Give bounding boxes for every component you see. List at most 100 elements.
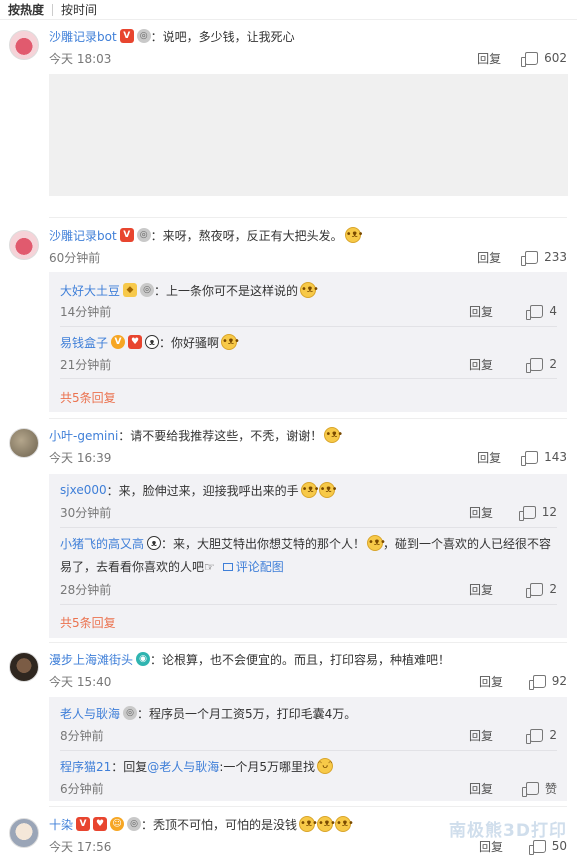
reply-text-continued: ，碰到一个喜欢的人已经很不容 — [383, 536, 552, 551]
like-button[interactable]: 143 — [521, 450, 567, 466]
sort-bar: 按热度 按时间 — [0, 0, 577, 20]
thumb-up-icon — [521, 450, 539, 466]
thumb-up-icon — [521, 250, 539, 266]
more-replies-link[interactable]: 共5条回复 — [60, 614, 116, 631]
like-button[interactable]: 50 — [527, 839, 567, 855]
like-count: 12 — [541, 505, 557, 519]
like-count: 233 — [544, 250, 567, 264]
avatar[interactable] — [9, 652, 39, 682]
divider — [60, 326, 557, 327]
reply-button[interactable]: 回复 — [479, 673, 503, 690]
member-badge-icon: V — [76, 817, 91, 831]
comment-time: 今天 15:40 — [49, 674, 112, 689]
like-count: 4 — [549, 304, 557, 318]
username[interactable]: 大好大土豆 — [60, 282, 120, 299]
avatar[interactable] — [9, 818, 39, 848]
more-replies-link[interactable]: 共5条回复 — [60, 389, 116, 406]
comment-meta: 今天 16:39 回复 143 — [49, 449, 567, 466]
mention-link[interactable]: @老人与耿海 — [147, 758, 219, 775]
like-button[interactable]: 602 — [521, 51, 567, 67]
member-badge-icon: V — [111, 335, 126, 349]
reply-button[interactable]: 回复 — [469, 356, 493, 373]
reply-button[interactable]: 回复 — [469, 303, 493, 320]
like-button[interactable]: 2 — [517, 357, 557, 373]
comment-meta: 今天 15:40 回复 92 — [49, 673, 567, 690]
reply-button[interactable]: 回复 — [469, 780, 493, 797]
like-count: 92 — [551, 674, 567, 688]
sort-by-time[interactable]: 按时间 — [53, 1, 105, 18]
like-count: 143 — [544, 450, 567, 464]
username[interactable]: 小叶-gemini — [49, 427, 118, 444]
divider — [60, 527, 557, 528]
comment-line: 沙雕记录bot V ◎ ：来呀，熬夜呀，反正有大把头发。 •ᴥ• — [49, 227, 567, 243]
thumb-up-icon — [526, 582, 544, 598]
doge-emoji-icon: •ᴥ• — [367, 535, 386, 551]
divider — [49, 806, 567, 807]
like-button[interactable]: 2 — [517, 582, 557, 598]
medal-icon: ◎ — [136, 29, 151, 43]
duck-badge-icon: ◆ — [123, 283, 138, 297]
thumb-up-icon — [526, 357, 544, 373]
comment-image[interactable] — [49, 74, 568, 196]
reply-time: 8分钟前 — [60, 728, 104, 743]
like-button[interactable]: 4 — [517, 304, 557, 320]
like-count: 50 — [551, 839, 567, 853]
reply-meta: 30分钟前 回复 12 — [60, 504, 557, 521]
like-button[interactable]: 92 — [527, 674, 567, 690]
reply-meta: 14分钟前 回复 4 — [60, 303, 557, 320]
medal-icon: ◎ — [136, 228, 151, 242]
username[interactable]: 沙雕记录bot — [49, 227, 117, 244]
reply-button[interactable]: 回复 — [477, 50, 501, 67]
username[interactable]: 小猪飞的高又高 — [60, 535, 144, 552]
member-badge-icon: V — [119, 228, 134, 242]
reply-time: 21分钟前 — [60, 357, 112, 372]
avatar[interactable] — [9, 30, 39, 60]
comment-text: ：说吧，多少钱，让我死心 — [150, 29, 295, 44]
panda-icon: ᴥ — [145, 335, 160, 349]
like-button[interactable]: 赞 — [517, 780, 557, 797]
username[interactable]: sjxe000 — [60, 483, 107, 497]
smile-emoji-icon: ᵔᴗᵔ — [317, 758, 333, 774]
like-count: 602 — [544, 51, 567, 65]
like-button[interactable]: 12 — [517, 505, 557, 521]
username[interactable]: 老人与耿海 — [60, 705, 120, 722]
comment-text: ：来呀，熬夜呀，反正有大把头发。 — [150, 228, 343, 243]
like-button[interactable]: 2 — [517, 728, 557, 744]
doge-emoji-icon: •ᴥ• — [335, 816, 354, 832]
reply-button[interactable]: 回复 — [477, 449, 501, 466]
username[interactable]: 程序猫21 — [60, 758, 111, 775]
avatar[interactable] — [9, 428, 39, 458]
doge-emoji-icon: •ᴥ• — [300, 282, 319, 298]
comment-line: 漫步上海滩街头 ◉ ：论根算，也不会便宜的。而且，打印容易，种植难吧！ — [49, 651, 567, 667]
reply-box: 大好大土豆 ◆ ◎ ：上一条你可不是这样说的 •ᴥ• 14分钟前 回复 4 易钱… — [49, 272, 567, 412]
doge-emoji-icon: •ᴥ• — [318, 482, 338, 498]
avatar[interactable] — [9, 230, 39, 260]
comment-line: 沙雕记录bot V ◎ ：说吧，多少钱，让我死心 — [49, 28, 567, 44]
reply-button[interactable]: 回复 — [469, 504, 493, 521]
username[interactable]: 十染 — [49, 816, 73, 833]
like-button[interactable]: 233 — [521, 250, 567, 266]
reply-text-wrap: 易了，去看看你喜欢的人吧☞ — [60, 559, 215, 574]
username[interactable]: 易钱盒子 — [60, 334, 108, 351]
divider — [60, 604, 557, 605]
reply-line: 老人与耿海 ◎ ：程序员一个月工资5万，打印毛囊4万。 — [60, 705, 557, 721]
reply-button[interactable]: 回复 — [469, 581, 493, 598]
reply-text: ：来，脸伸过来，迎接我呼出来的手 — [106, 483, 299, 498]
member-badge-icon: ◉ — [136, 652, 151, 666]
thumb-up-icon — [528, 674, 546, 690]
reply-line: 程序猫21 ：回复 @老人与耿海 :一个月5万哪里找 ᵔᴗᵔ — [60, 758, 557, 774]
medal-icon: ◎ — [140, 283, 155, 297]
doge-emoji-icon: •ᴥ• — [324, 427, 343, 443]
divider — [60, 378, 557, 379]
reply-button[interactable]: 回复 — [477, 249, 501, 266]
pic-link-label: 评论配图 — [235, 559, 284, 574]
reply-button[interactable]: 回复 — [469, 727, 493, 744]
username[interactable]: 漫步上海滩街头 — [49, 651, 133, 668]
reply-box: sjxe000 ：来，脸伸过来，迎接我呼出来的手 •ᴥ• •ᴥ• 30分钟前 回… — [49, 474, 567, 638]
reply-box: 老人与耿海 ◎ ：程序员一个月工资5万，打印毛囊4万。 8分钟前 回复 2 程序… — [49, 697, 567, 801]
like-count: 2 — [549, 582, 557, 596]
sort-by-hot[interactable]: 按热度 — [0, 1, 52, 18]
reply-text: ：你好骚啊 — [159, 335, 220, 350]
username[interactable]: 沙雕记录bot — [49, 28, 117, 45]
comment-picture-link[interactable]: 评论配图 — [222, 558, 284, 575]
